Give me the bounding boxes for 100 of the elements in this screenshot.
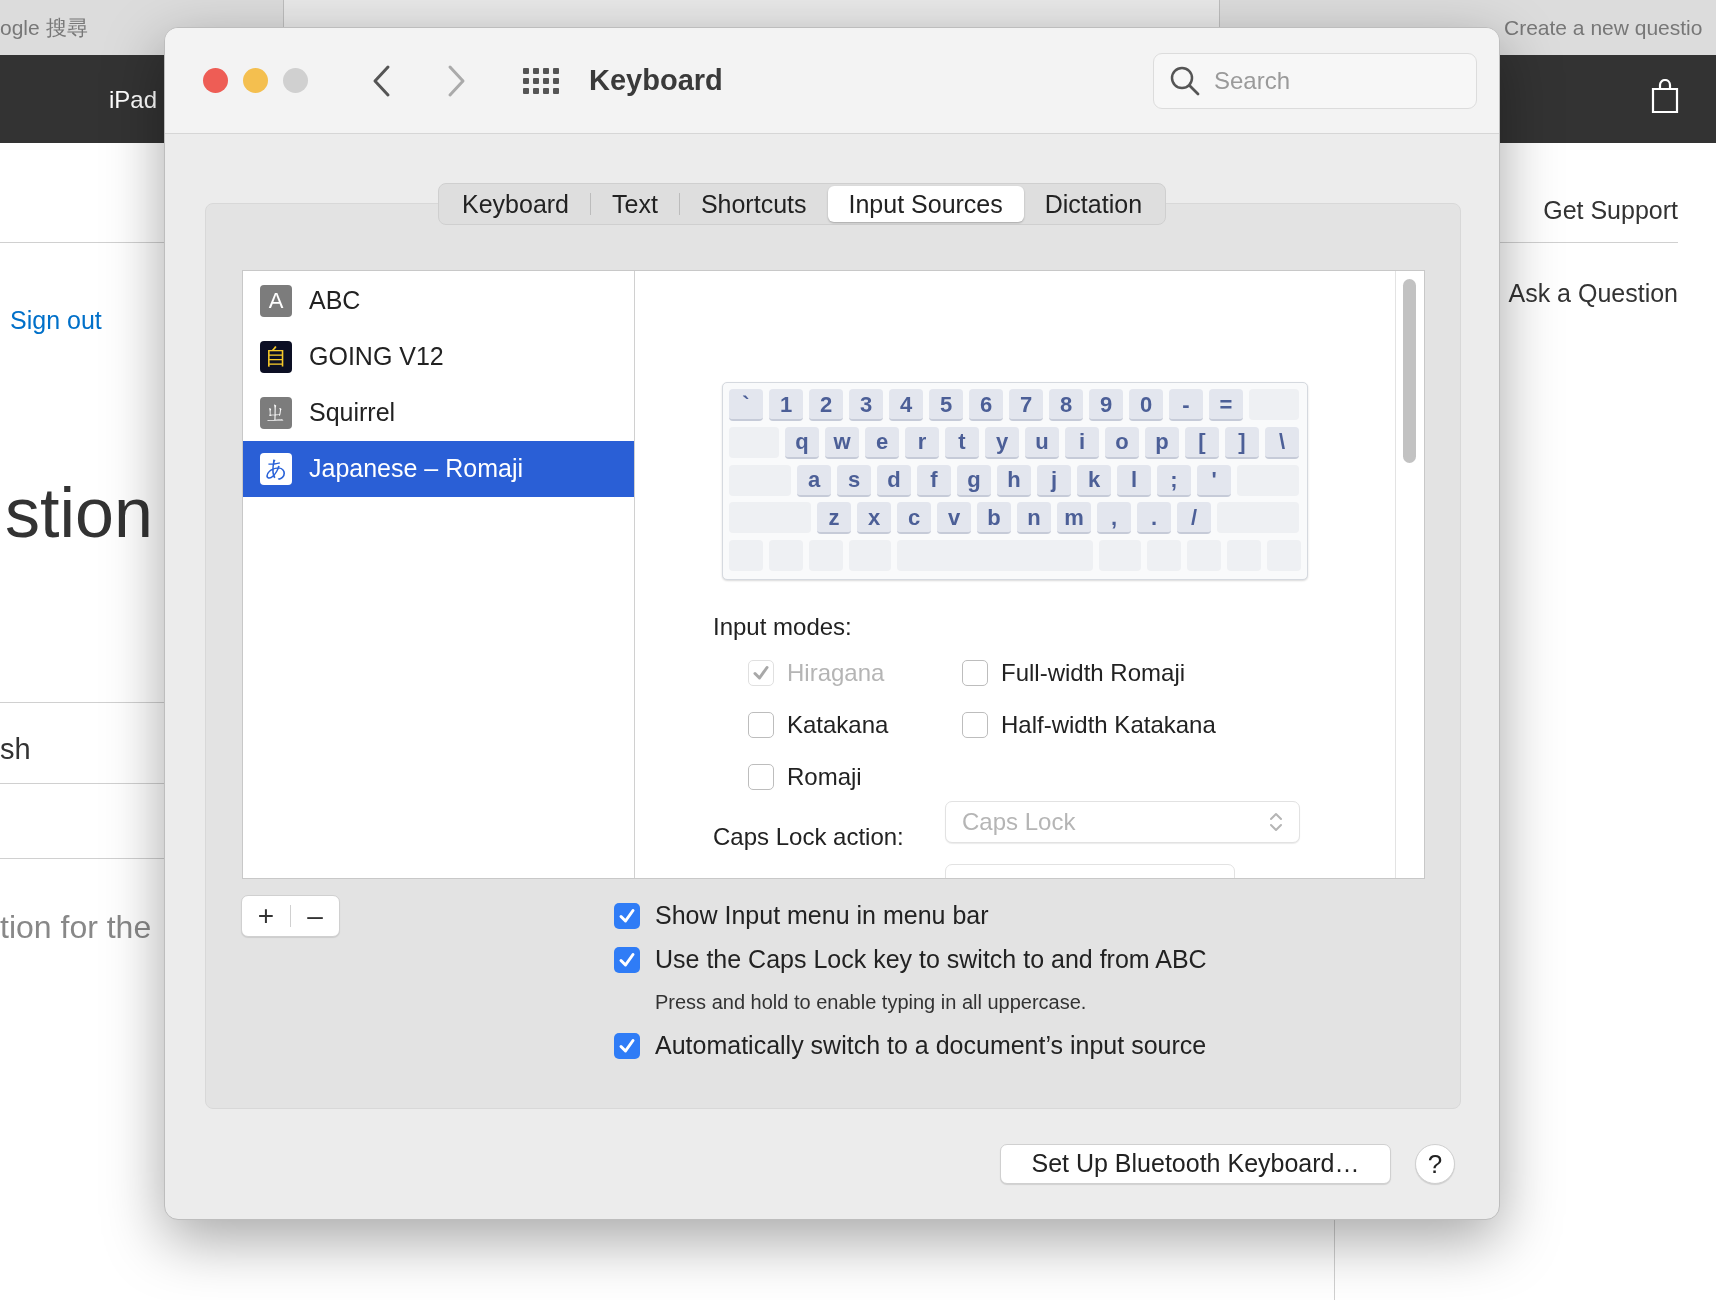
support-link[interactable]: Ask a Question [1508,275,1678,313]
checkbox[interactable] [614,947,640,973]
key: v [937,502,971,535]
input-source-icon: ㄓ [260,397,292,429]
key: q [785,426,819,459]
key: 6 [969,389,1003,421]
field-label: Caps Lock action: [713,822,904,852]
key: m [1057,502,1091,535]
key: \ [1265,426,1299,459]
key: l [1117,464,1151,497]
key: ' [1197,464,1231,497]
checkbox-label: Romaji [787,762,862,792]
add-button[interactable]: + [242,896,290,936]
help-button[interactable]: ? [1415,1144,1455,1184]
key: g [957,464,991,497]
help-text: Press and hold to enable typing in all uppercase. [655,990,1088,1015]
key: e [865,426,899,459]
checkbox[interactable] [748,764,774,790]
key: 5 [929,389,963,421]
search-field[interactable]: Search [1153,52,1477,109]
key: - [1169,389,1203,421]
key: 8 [1049,389,1083,421]
key: t [945,426,979,459]
checkbox-label: Use the Caps Lock key to switch to and from ABC [655,944,1207,976]
checkbox-label: Half-width Katakana [1001,710,1216,740]
key: o [1105,426,1139,459]
section-label: Input modes: [713,612,852,642]
checkbox-label: Katakana [787,710,889,740]
search-icon [1169,64,1201,97]
key: r [905,426,939,459]
key: 4 [889,389,923,421]
key: ` [729,389,763,421]
key: x [857,502,891,535]
close-button[interactable] [203,68,228,93]
key: [ [1185,426,1219,459]
key: w [825,426,859,459]
tab[interactable]: Shortcuts [679,186,828,222]
support-link[interactable]: Get Support [1543,192,1678,230]
key: i [1065,426,1099,459]
key: 7 [1009,389,1043,421]
key: 3 [849,389,883,421]
shopping-bag-icon[interactable] [1650,79,1680,115]
key: z [817,502,851,535]
list-row-text: sh [0,732,31,767]
key: 2 [809,389,843,421]
checkbox[interactable] [614,1033,640,1059]
input-source-item[interactable]: あ Japanese – Romaji [243,441,634,497]
checkbox-label: Hiragana [787,658,885,688]
key: n [1017,502,1051,535]
key: h [997,464,1031,497]
key: f [917,464,951,497]
key: u [1025,426,1059,459]
key: d [877,464,911,497]
window-title: Keyboard [589,62,723,98]
key: , [1097,502,1131,535]
key: / [1177,502,1211,535]
nav-link[interactable]: iPad [109,82,158,118]
chevron-icon [1269,811,1283,833]
key: 0 [1129,389,1163,421]
checkbox[interactable] [962,660,988,686]
input-source-icon: あ [260,453,292,485]
checkmark-icon [752,664,770,682]
input-source-icon: A [260,285,292,317]
checkbox-label: Show Input menu in menu bar [655,900,989,932]
checkbox[interactable] [962,712,988,738]
grid-icon[interactable] [523,67,559,94]
key: ; [1157,464,1191,497]
sign-out-link[interactable]: Sign out [10,302,102,340]
key: ] [1225,426,1259,459]
key: a [797,464,831,497]
tab[interactable]: Dictation [1023,186,1164,222]
page-title: stion [5,478,153,548]
key: = [1209,389,1243,421]
tab[interactable]: Input Sources [827,186,1024,222]
minimize-button[interactable] [243,68,268,93]
input-source-icon: 自 [260,341,292,373]
hint-text: tion for the [0,908,152,947]
tab[interactable]: Keyboard [441,186,591,222]
key: y [985,426,1019,459]
key: 9 [1089,389,1123,421]
checkmark-icon [618,951,636,969]
tab[interactable]: Text [591,186,679,222]
checkbox-label: Full-width Romaji [1001,658,1186,688]
key: . [1137,502,1171,535]
checkbox[interactable] [614,903,640,929]
key: k [1077,464,1111,497]
key: j [1037,464,1071,497]
checkmark-icon [618,907,636,925]
remove-button[interactable]: – [291,896,339,936]
checkbox-label: Automatically switch to a document’s input source [655,1030,1207,1062]
zoom-button[interactable] [283,68,308,93]
key: p [1145,426,1179,459]
key: 1 [769,389,803,421]
key: b [977,502,1011,535]
bluetooth-keyboard-button[interactable]: Set Up Bluetooth Keyboard… [1000,1144,1391,1184]
key: s [837,464,871,497]
checkmark-icon [618,1037,636,1055]
key: c [897,502,931,535]
scrollbar-thumb[interactable] [1403,279,1416,463]
checkbox[interactable] [748,712,774,738]
